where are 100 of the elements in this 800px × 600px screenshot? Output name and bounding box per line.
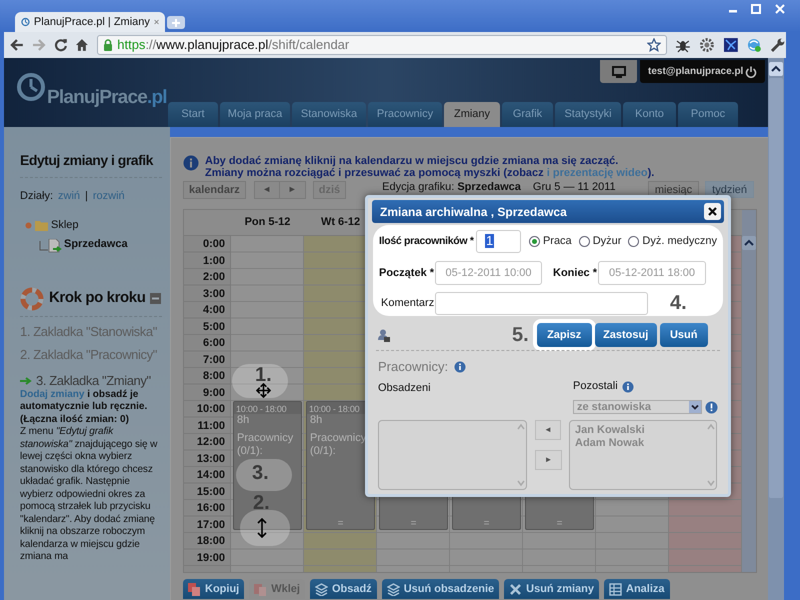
lifebuoy-icon xyxy=(20,286,44,310)
action-button[interactable]: Obsadź xyxy=(310,579,377,599)
move-left-button[interactable]: ◄ xyxy=(535,420,561,440)
tree-item[interactable]: Sklep xyxy=(51,217,79,234)
step-number: 1. xyxy=(255,365,272,385)
monitor-button[interactable] xyxy=(600,60,637,83)
hour-label: 8:00 xyxy=(202,369,225,384)
resize-handle[interactable]: = xyxy=(338,519,344,529)
hour-label: 9:00 xyxy=(202,386,225,400)
settings-icon[interactable] xyxy=(770,37,786,53)
radio-button[interactable] xyxy=(528,236,540,246)
action-button[interactable]: Analiza xyxy=(604,579,670,599)
move-cursor-icon xyxy=(256,383,271,398)
nav-tab[interactable]: Pracownicy xyxy=(368,102,442,127)
home-icon[interactable] xyxy=(75,38,90,52)
nav-tab[interactable]: Pomoc xyxy=(678,102,738,127)
browser-tab[interactable]: PlanujPrace.pl | Zmiany xyxy=(15,12,165,32)
address-bar[interactable]: https://www.planujprace.pl/shift/calendar xyxy=(97,35,667,55)
action-button[interactable]: Usuń obsadzenie xyxy=(382,579,500,599)
paste-icon xyxy=(254,582,268,596)
globe-icon[interactable] xyxy=(746,37,762,53)
nav-tab[interactable]: Statystyki xyxy=(555,102,621,127)
close-icon xyxy=(708,207,717,216)
step-link[interactable]: 2. Zakladka "Pracownicy" xyxy=(20,346,157,362)
list-item[interactable]: Jan Kowalski xyxy=(575,424,645,437)
info-icon[interactable] xyxy=(454,360,466,372)
scroll-up-icon[interactable] xyxy=(769,62,783,76)
hour-label: 1:00 xyxy=(202,254,225,268)
step-link[interactable]: 3. Zakladka "Zmiany" xyxy=(20,372,151,388)
dialog-button[interactable]: Zastosuj xyxy=(594,323,657,347)
step-link[interactable]: 1. Zakladka "Stanowiska" xyxy=(20,324,157,340)
cross-icon xyxy=(509,582,522,596)
calendar-button[interactable]: kalendarz xyxy=(183,181,246,199)
dropdown-caret-icon xyxy=(689,401,701,413)
resize-handle[interactable]: = xyxy=(410,519,416,529)
shift-duration: 8h xyxy=(236,414,250,427)
count-field[interactable]: 1 xyxy=(476,230,521,252)
scroll-thumb[interactable] xyxy=(769,78,783,498)
source-select[interactable]: ze stanowiska xyxy=(573,400,702,414)
sections-label: Działy: xyxy=(20,189,54,204)
collapse-icon[interactable] xyxy=(150,293,162,304)
scroll-up-icon[interactable] xyxy=(742,236,756,250)
radio-button[interactable] xyxy=(628,236,640,246)
shift-staff: Pracownicy (0/1): xyxy=(309,432,368,458)
radio-button[interactable] xyxy=(578,236,590,246)
radio-label: Dyżur xyxy=(592,234,622,249)
dialog-button[interactable]: Zapisz xyxy=(536,323,592,347)
page-scrollbar[interactable] xyxy=(768,58,784,600)
next-button[interactable]: ► xyxy=(280,181,306,199)
previous-button[interactable]: ◄ xyxy=(254,181,280,199)
list-item[interactable]: Adam Nowak xyxy=(575,437,644,450)
gear-icon[interactable] xyxy=(698,37,715,53)
user-lock-icon xyxy=(378,328,390,342)
copy-icon xyxy=(188,582,201,596)
scrollbar[interactable] xyxy=(742,210,756,572)
nav-tab[interactable]: Stanowiska xyxy=(292,102,366,127)
monitor-icon xyxy=(612,66,626,78)
date-range: Gru 5 — 11 2011 xyxy=(532,181,616,194)
back-icon[interactable] xyxy=(10,38,24,52)
new-tab-button[interactable] xyxy=(167,16,185,29)
dialog-title: Zmiana archiwalna , Sprzedawca xyxy=(380,204,567,220)
close-icon[interactable] xyxy=(154,18,159,26)
resize-handle[interactable]: = xyxy=(556,519,562,529)
star-icon[interactable] xyxy=(647,38,661,52)
add-shifts-link[interactable]: Dodaj zmiany xyxy=(20,388,84,400)
remaining-list[interactable]: Jan Kowalski Adam Nowak xyxy=(569,420,717,490)
highlight-spot xyxy=(232,364,288,398)
shift-time: 10:00 - 18:00 xyxy=(236,404,286,414)
logo-icon xyxy=(16,72,46,102)
nav-tab[interactable]: Moja praca xyxy=(220,102,290,127)
collapse-link[interactable]: zwiń xyxy=(58,188,80,204)
user-email[interactable]: test@planujprace.pl xyxy=(648,64,744,79)
start-date-field[interactable]: 05-12-2011 10:00 xyxy=(435,261,542,285)
dialog-button[interactable]: Usuń xyxy=(660,323,708,347)
action-button[interactable]: Kopiuj xyxy=(183,579,244,599)
field-label: Początek * xyxy=(379,266,435,280)
schedule-label: Edycja grafiku: xyxy=(382,181,454,194)
hour-label: 11:00 xyxy=(197,418,225,434)
nav-tab[interactable]: Start xyxy=(168,102,218,127)
reload-icon[interactable] xyxy=(54,38,68,52)
nav-tab[interactable]: Konto xyxy=(623,102,676,127)
expand-link[interactable]: rozwiń xyxy=(92,188,125,204)
action-button[interactable]: Usuń zmiany xyxy=(504,579,600,599)
nav-tab[interactable]: Zmiany xyxy=(444,102,500,127)
step-number: 5. xyxy=(512,324,529,346)
power-icon[interactable] xyxy=(745,66,757,78)
hour-label: 4:00 xyxy=(202,303,225,318)
arrow-icon xyxy=(20,376,32,384)
video-link[interactable]: i prezentację wideo xyxy=(546,167,648,179)
nav-tab[interactable]: Grafik xyxy=(502,102,553,127)
alert-icon[interactable] xyxy=(705,400,718,414)
comment-field[interactable] xyxy=(435,292,648,314)
resize-handle[interactable]: = xyxy=(484,519,490,529)
hour-label: 5:00 xyxy=(202,320,225,334)
end-date-field[interactable]: 05-12-2011 18:00 xyxy=(598,261,706,285)
close-button[interactable] xyxy=(704,203,721,220)
tree-item[interactable]: Sprzedawca xyxy=(64,236,128,252)
info-icon[interactable] xyxy=(622,380,634,392)
move-right-button[interactable]: ► xyxy=(535,450,562,470)
view-tab[interactable]: tydzień xyxy=(705,181,754,198)
